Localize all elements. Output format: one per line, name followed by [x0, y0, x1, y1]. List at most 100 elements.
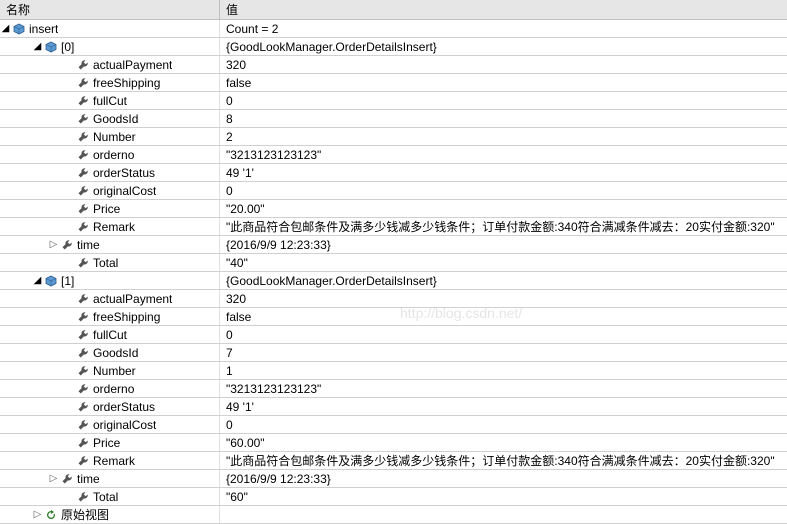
row-label: fullCut [93, 92, 127, 109]
tree-row-property[interactable]: fullCut 0 [0, 92, 787, 110]
row-label: Total [93, 254, 118, 271]
wrench-icon [75, 363, 91, 379]
wrench-icon [75, 129, 91, 145]
row-value[interactable]: 320 [220, 290, 787, 307]
row-value[interactable]: "3213123123123" [220, 380, 787, 397]
row-value[interactable]: {2016/9/9 12:23:33} [220, 470, 787, 487]
tree-row-property[interactable]: GoodsId7 [0, 344, 787, 362]
row-label: Remark [93, 218, 135, 235]
tree-row-property[interactable]: fullCut0 [0, 326, 787, 344]
row-label: orderno [93, 380, 134, 397]
row-value[interactable]: {2016/9/9 12:23:33} [220, 236, 787, 253]
tree-row-property[interactable]: Number 1 [0, 362, 787, 380]
tree-row-property[interactable]: freeShipping false [0, 308, 787, 326]
tree-row-property[interactable]: orderStatus 49 '1' [0, 398, 787, 416]
tree-row-property[interactable]: ▷ time {2016/9/9 12:23:33} [0, 236, 787, 254]
tree-row-property[interactable]: Total "40" [0, 254, 787, 272]
tree-row-property[interactable]: freeShipping false [0, 74, 787, 92]
row-label: Price [93, 200, 120, 217]
wrench-icon [75, 75, 91, 91]
tree-row-rawview[interactable]: ▷ 原始视图 [0, 506, 787, 524]
expand-toggle-icon[interactable]: ▷ [32, 506, 43, 523]
row-value[interactable]: 0 [220, 326, 787, 343]
wrench-icon [75, 183, 91, 199]
expand-toggle-icon[interactable]: ◢ [32, 38, 43, 55]
property-grid: ◢insertCount = 2◢[0]{GoodLookManager.Ord… [0, 20, 787, 524]
tree-row-property[interactable]: orderno "3213123123123" [0, 146, 787, 164]
column-value-header[interactable]: 值 [220, 0, 787, 19]
row-value[interactable]: "此商品符合包邮条件及满多少钱减多少钱条件；订单付款金额:340符合满减条件减去… [220, 218, 787, 235]
wrench-icon [75, 291, 91, 307]
tree-row-item[interactable]: ◢ [0] {GoodLookManager.OrderDetailsInsert} [0, 38, 787, 56]
tree-row-property[interactable]: orderno "3213123123123" [0, 380, 787, 398]
row-value[interactable]: {GoodLookManager.OrderDetailsInsert} [220, 272, 787, 289]
row-value[interactable]: false [220, 74, 787, 91]
row-label: orderno [93, 146, 134, 163]
wrench-icon [75, 345, 91, 361]
row-value[interactable] [220, 506, 787, 523]
tree-row-property[interactable]: Number2 [0, 128, 787, 146]
row-value[interactable]: "60.00" [220, 434, 787, 451]
row-label: freeShipping [93, 74, 160, 91]
row-label: freeShipping [93, 308, 160, 325]
row-value[interactable]: 8 [220, 110, 787, 127]
tree-row-property[interactable]: Remark "此商品符合包邮条件及满多少钱减多少钱条件；订单付款金额:340符合… [0, 218, 787, 236]
wrench-icon [75, 435, 91, 451]
wrench-icon [75, 201, 91, 217]
row-value[interactable]: 2 [220, 128, 787, 145]
tree-row-property[interactable]: originalCost 0 [0, 182, 787, 200]
row-label: Price [93, 434, 120, 451]
row-label: [0] [61, 38, 74, 55]
row-value[interactable]: 320 [220, 56, 787, 73]
row-label: originalCost [93, 182, 156, 199]
tree-row-property[interactable]: originalCost 0 [0, 416, 787, 434]
row-value[interactable]: Count = 2 [220, 20, 787, 37]
row-value[interactable]: 0 [220, 182, 787, 199]
row-value[interactable]: "20.00" [220, 200, 787, 217]
row-label: originalCost [93, 416, 156, 433]
row-value[interactable]: false [220, 308, 787, 325]
tree-row-root[interactable]: ◢insertCount = 2 [0, 20, 787, 38]
row-label: orderStatus [93, 398, 155, 415]
row-value[interactable]: "60" [220, 488, 787, 505]
wrench-icon [75, 309, 91, 325]
expand-toggle-icon[interactable]: ▷ [48, 236, 59, 253]
wrench-icon [75, 219, 91, 235]
wrench-icon [59, 237, 75, 253]
row-value[interactable]: "此商品符合包邮条件及满多少钱减多少钱条件；订单付款金额:340符合满减条件减去… [220, 452, 787, 469]
wrench-icon [75, 381, 91, 397]
row-value[interactable]: 1 [220, 362, 787, 379]
tree-row-property[interactable]: Remark"此商品符合包邮条件及满多少钱减多少钱条件；订单付款金额:340符合… [0, 452, 787, 470]
tree-row-item[interactable]: ◢ [1] {GoodLookManager.OrderDetailsInsert} [0, 272, 787, 290]
wrench-icon [75, 57, 91, 73]
row-value[interactable]: 49 '1' [220, 164, 787, 181]
row-value[interactable]: 49 '1' [220, 398, 787, 415]
row-value[interactable]: 7 [220, 344, 787, 361]
row-value[interactable]: "3213123123123" [220, 146, 787, 163]
tree-row-property[interactable]: Price "60.00" [0, 434, 787, 452]
row-value[interactable]: 0 [220, 416, 787, 433]
tree-row-property[interactable]: actualPayment320 [0, 290, 787, 308]
wrench-icon [75, 417, 91, 433]
tree-row-property[interactable]: Total"60" [0, 488, 787, 506]
expand-toggle-icon[interactable]: ◢ [0, 20, 11, 37]
row-value[interactable]: {GoodLookManager.OrderDetailsInsert} [220, 38, 787, 55]
row-label: [1] [61, 272, 74, 289]
tree-row-property[interactable]: ▷time{2016/9/9 12:23:33} [0, 470, 787, 488]
row-value[interactable]: "40" [220, 254, 787, 271]
row-label: time [77, 236, 100, 253]
wrench-icon [75, 255, 91, 271]
expand-toggle-icon[interactable]: ◢ [32, 272, 43, 289]
tree-row-property[interactable]: orderStatus49 '1' [0, 164, 787, 182]
refresh-icon [43, 507, 59, 523]
column-name-header[interactable]: 名称 [0, 0, 220, 19]
wrench-icon [75, 489, 91, 505]
tree-row-property[interactable]: Price "20.00" [0, 200, 787, 218]
expand-toggle-icon[interactable]: ▷ [48, 470, 59, 487]
row-value[interactable]: 0 [220, 92, 787, 109]
tree-row-property[interactable]: GoodsId8 [0, 110, 787, 128]
row-label: 原始视图 [61, 506, 109, 523]
wrench-icon [59, 471, 75, 487]
tree-row-property[interactable]: actualPayment320 [0, 56, 787, 74]
row-label: Number [93, 362, 136, 379]
